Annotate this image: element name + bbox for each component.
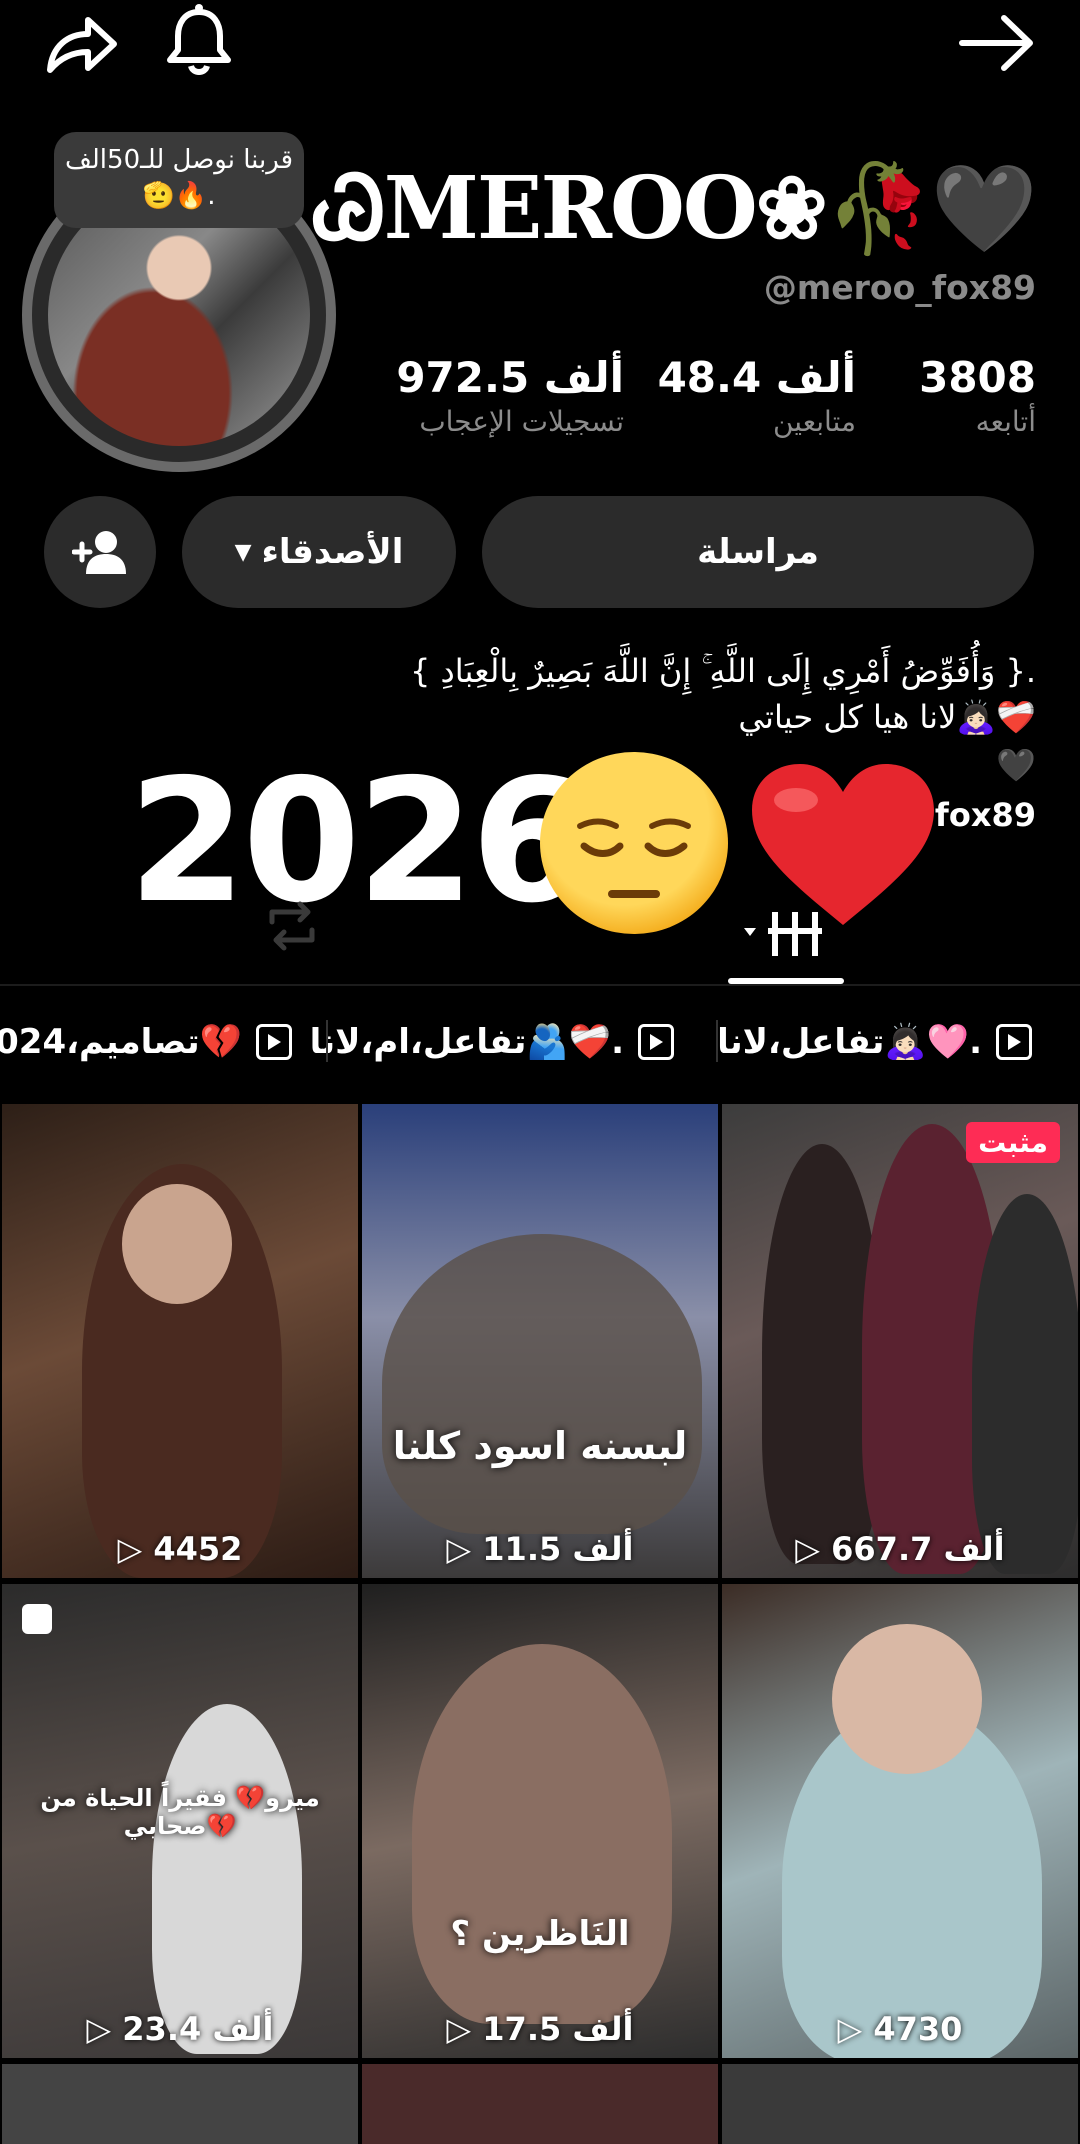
- video-tile[interactable]: ميرو💔 فقيراً الحياة من صحابي💔 ▷ 23.4 ألف: [2, 1584, 358, 2058]
- likes-count: 972.5 ألف: [396, 353, 624, 402]
- arrow-right-icon[interactable]: [954, 8, 1040, 78]
- add-friend-button[interactable]: [44, 496, 156, 608]
- playlist-item[interactable]: تفاعل،ام،لانا🫂❤️‍🩹.: [310, 1012, 674, 1072]
- repost-icon[interactable]: [262, 900, 322, 952]
- pensive-face-sticker: [540, 752, 728, 934]
- following-count: 3808: [919, 353, 1036, 402]
- bell-icon[interactable]: [164, 2, 234, 78]
- note-bubble[interactable]: قربنا نوصل للـ50الف 🫡🔥.: [54, 132, 304, 228]
- pinned-badge: مثبت: [966, 1122, 1060, 1163]
- stat-likes[interactable]: 972.5 ألف تسجيلات الإعجاب: [396, 352, 624, 440]
- play-icon: [996, 1024, 1032, 1060]
- video-tile[interactable]: [722, 2064, 1078, 2144]
- followers-count: 48.4 ألف: [657, 353, 856, 402]
- chevron-down-icon: ▼: [234, 539, 252, 565]
- view-count: ▷ 11.5 ألف: [446, 1530, 634, 1568]
- sticker-year: 2026: [128, 743, 589, 941]
- followers-label: متابعين: [772, 405, 856, 438]
- playlist-label: تفاعل،لانا🙇🏻‍♀️🩷.: [717, 1022, 982, 1062]
- stat-following[interactable]: 3808 أتابعه: [919, 352, 1036, 440]
- divider: [0, 984, 1080, 986]
- video-tile[interactable]: [2, 2064, 358, 2144]
- video-tile[interactable]: مثبت ▷ 667.7 ألف: [722, 1104, 1078, 1578]
- add-user-icon: [72, 531, 126, 574]
- video-caption: لبسنه اسود كلنا: [392, 1424, 688, 1468]
- message-button[interactable]: مراسلة: [482, 496, 1034, 608]
- view-count: ▷ 4730: [837, 2010, 963, 2048]
- view-count-value: 667.7 ألف: [831, 1530, 1005, 1568]
- view-count-value: 4730: [873, 2010, 963, 2048]
- videos-tab-icon[interactable]: [742, 904, 832, 964]
- friends-button[interactable]: ▼ الأصدقاء: [182, 496, 456, 608]
- username: @meroo_fox89: [763, 268, 1036, 307]
- video-tile[interactable]: ▷ 4730: [722, 1584, 1078, 2058]
- playlist-item[interactable]: تفاعل،لانا🙇🏻‍♀️🩷.: [717, 1012, 1032, 1072]
- bio-line: لانا هيا كل حياتي🙇🏻‍♀️❤️‍🩹: [738, 698, 1036, 736]
- playlist-item[interactable]: تصاميم،2024💔: [0, 1012, 292, 1072]
- play-icon: [256, 1024, 292, 1060]
- video-tile[interactable]: لبسنه اسود كلنا ▷ 11.5 ألف: [362, 1104, 718, 1578]
- stat-followers[interactable]: 48.4 ألف متابعين: [658, 352, 856, 440]
- bio-line: 🖤: [996, 746, 1036, 784]
- likes-label: تسجيلات الإعجاب: [419, 405, 624, 438]
- video-caption: ميرو💔 فقيراً الحياة من صحابي💔: [40, 1784, 320, 1840]
- video-tile[interactable]: ▷ 4452: [2, 1104, 358, 1578]
- note-text: قربنا نوصل للـ50الف 🫡🔥.: [64, 145, 294, 211]
- friends-button-label: الأصدقاء: [261, 532, 404, 572]
- playlist-separator: [716, 1020, 718, 1062]
- playlist-label: تفاعل،ام،لانا🫂❤️‍🩹.: [309, 1022, 624, 1062]
- view-count: ▷ 667.7 ألف: [795, 1530, 1005, 1568]
- following-label: أتابعه: [975, 405, 1036, 438]
- message-button-label: مراسلة: [697, 532, 819, 572]
- view-count-value: 11.5 ألف: [482, 1530, 634, 1568]
- bio-line: { وَأُفَوِّضُ أَمْرِي إِلَى اللَّهِ ۚ إِ…: [410, 652, 1036, 690]
- video-tile[interactable]: النَاظرين ؟ ▷ 17.5 ألف: [362, 1584, 718, 2058]
- video-caption: النَاظرين ؟: [450, 1914, 630, 1954]
- display-name: ᏊMEROO❀🥀🖤: [313, 158, 1038, 259]
- view-count: ▷ 4452: [117, 1530, 243, 1568]
- view-count: ▷ 23.4 ألف: [86, 2010, 274, 2048]
- view-count-value: 4452: [153, 1530, 243, 1568]
- view-count: ▷ 17.5 ألف: [446, 2010, 634, 2048]
- play-icon: [638, 1024, 674, 1060]
- video-tile[interactable]: [362, 2064, 718, 2144]
- share-icon[interactable]: [44, 8, 120, 78]
- select-checkbox[interactable]: [22, 1604, 52, 1634]
- playlist-label: تصاميم،2024💔: [0, 1022, 242, 1062]
- playlist-separator: [326, 1020, 328, 1062]
- view-count-value: 23.4 ألف: [122, 2010, 274, 2048]
- view-count-value: 17.5 ألف: [482, 2010, 634, 2048]
